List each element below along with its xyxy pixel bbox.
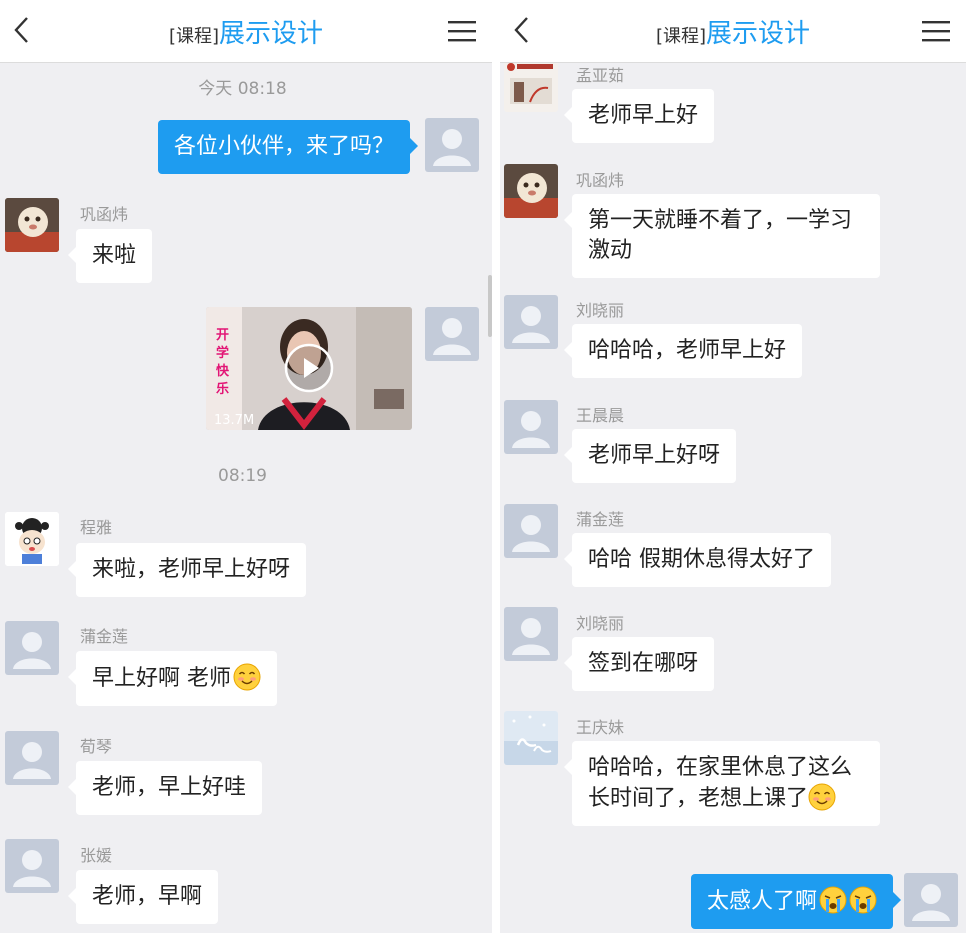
sender-name: 蒲金莲	[80, 627, 129, 646]
avatar[interactable]	[504, 400, 558, 454]
chat-header: [课程]展示设计	[500, 0, 966, 63]
sender-name: 蒲金莲	[576, 510, 625, 529]
avatar[interactable]	[5, 621, 59, 675]
dog-avatar-icon	[504, 164, 558, 218]
avatar[interactable]	[425, 307, 479, 361]
video-overlay-text: 开学快乐	[216, 328, 230, 397]
smile-emoji-icon	[808, 783, 836, 811]
play-icon[interactable]	[283, 342, 335, 394]
incoming-message[interactable]: 老师，早上好哇	[67, 761, 263, 815]
sender-name: 刘晓丽	[576, 614, 625, 633]
chat-title: [课程]展示设计	[500, 13, 966, 50]
incoming-message[interactable]: 老师早上好呀	[563, 429, 737, 483]
timestamp: 今天 08:18	[198, 79, 287, 99]
incoming-message[interactable]: 来啦	[67, 229, 153, 283]
avatar[interactable]	[504, 164, 558, 218]
video-size: 13.7M	[214, 413, 255, 428]
sender-name: 王庆妹	[576, 718, 625, 737]
dog-avatar-icon	[5, 198, 59, 252]
sender-name: 荀琴	[80, 737, 113, 756]
timestamp: 08:19	[218, 466, 267, 486]
chat-title: [课程]展示设计	[0, 13, 492, 50]
course-tag: [课程]	[168, 26, 220, 47]
winter-swan-avatar-icon	[504, 711, 558, 765]
sender-name: 孟亚茹	[576, 66, 625, 85]
message-text: 早上好啊 老师	[92, 666, 231, 691]
school-logo-avatar-icon	[504, 58, 558, 112]
sender-name: 程雅	[80, 518, 113, 537]
crying-emoji-icon	[849, 886, 877, 914]
incoming-message[interactable]: 来啦，老师早上好呀	[67, 543, 307, 597]
avatar[interactable]	[5, 731, 59, 785]
video-message[interactable]: 开学快乐 13.7M	[206, 307, 412, 430]
avatar[interactable]	[5, 198, 59, 252]
course-name: 展示设计	[219, 19, 324, 49]
crying-emoji-icon	[819, 886, 847, 914]
message-text: 太感人了啊	[706, 889, 817, 914]
incoming-message[interactable]: 哈哈 假期休息得太好了	[564, 533, 831, 587]
avatar[interactable]	[5, 839, 59, 893]
incoming-message[interactable]: 签到在哪呀	[563, 637, 715, 691]
outgoing-message[interactable]: 太感人了啊	[690, 874, 902, 929]
sender-name: 巩函炜	[80, 205, 129, 224]
panel-divider	[492, 0, 500, 933]
avatar[interactable]	[504, 711, 558, 765]
outgoing-message[interactable]: 各位小伙伴，来了吗？	[157, 120, 419, 174]
avatar[interactable]	[904, 873, 958, 927]
sender-name: 巩函炜	[576, 171, 625, 190]
course-tag: [课程]	[655, 26, 707, 47]
chat-panel-right: 孟亚茹 老师早上好 巩函炜 第一天就睡不着了，一学习激动 刘晓丽 哈哈哈，老师早…	[500, 0, 966, 933]
incoming-message[interactable]: 老师，早啊	[67, 870, 219, 924]
chat-header: [课程]展示设计	[0, 0, 492, 63]
avatar[interactable]	[504, 295, 558, 349]
avatar[interactable]	[425, 118, 479, 172]
avatar[interactable]	[504, 504, 558, 558]
incoming-message[interactable]: 哈哈哈，在家里休息了这么长时间了，老想上课了	[564, 741, 880, 826]
incoming-message[interactable]: 老师早上好	[563, 89, 715, 143]
avatar[interactable]	[504, 607, 558, 661]
incoming-message[interactable]: 第一天就睡不着了，一学习激动	[564, 194, 880, 278]
incoming-message[interactable]: 早上好啊 老师	[68, 651, 277, 706]
sender-name: 张媛	[80, 846, 113, 865]
cartoon-avatar-icon	[5, 512, 59, 566]
menu-icon[interactable]	[448, 20, 476, 42]
avatar[interactable]	[5, 512, 59, 566]
course-name: 展示设计	[706, 19, 811, 49]
avatar[interactable]	[504, 58, 558, 112]
menu-icon[interactable]	[922, 20, 950, 42]
sender-name: 王晨晨	[576, 406, 625, 425]
smile-emoji-icon	[233, 663, 261, 691]
incoming-message[interactable]: 哈哈哈，老师早上好	[563, 324, 803, 378]
sender-name: 刘晓丽	[576, 301, 625, 320]
chat-panel-left: [课程]展示设计 今天 08:18 各位小伙伴，来了吗？ 巩函炜 来啦 开学快乐…	[0, 0, 492, 933]
